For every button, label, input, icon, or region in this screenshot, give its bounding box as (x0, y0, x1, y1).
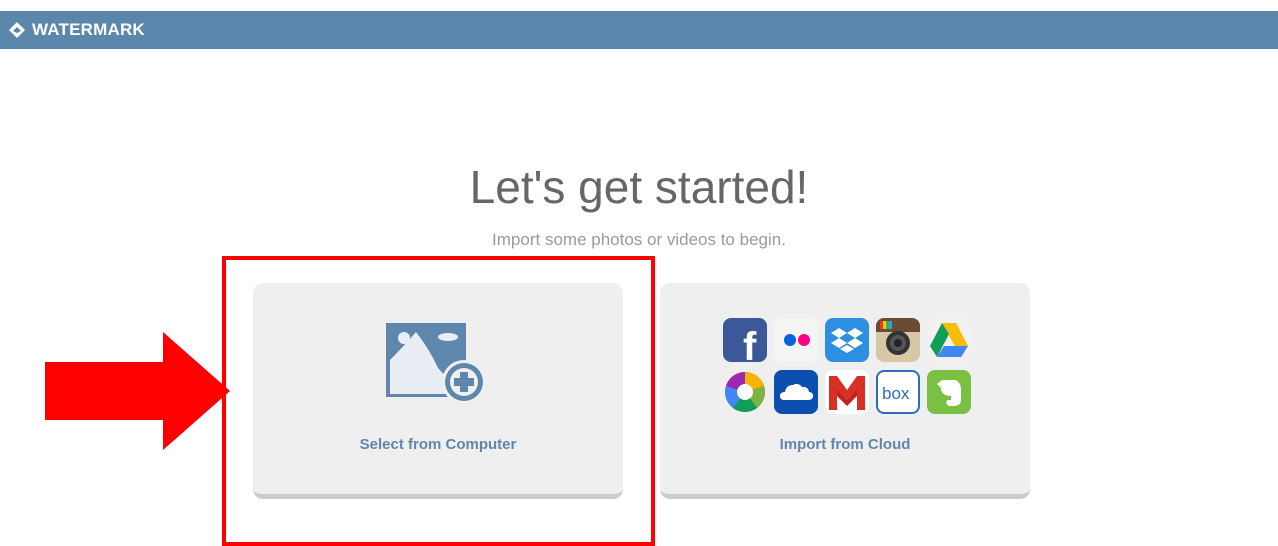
brand[interactable]: WATERMARK (8, 11, 145, 49)
facebook-icon: f (723, 318, 767, 362)
svg-text:box: box (882, 384, 910, 403)
page-subtitle: Import some photos or videos to begin. (492, 230, 786, 249)
onedrive-icon (774, 370, 818, 414)
evernote-icon (927, 370, 971, 414)
image-add-icon (386, 320, 492, 415)
page-title: Let's get started! (469, 161, 809, 213)
app-title: WATERMARK (32, 20, 145, 39)
import-from-cloud-label: Import from Cloud (779, 436, 911, 453)
select-from-computer-button[interactable]: Select from Computer (253, 283, 623, 499)
picasa-icon (723, 370, 767, 414)
watermark-logo-icon (8, 21, 26, 39)
red-arrow-icon (45, 332, 230, 455)
flickr-icon (774, 318, 818, 362)
box-icon: box (876, 370, 920, 414)
select-from-computer-label: Select from Computer (359, 436, 517, 453)
google-drive-icon (927, 318, 971, 362)
instagram-icon (876, 318, 920, 362)
svg-text:f: f (743, 325, 757, 362)
dropbox-icon (825, 318, 869, 362)
import-from-cloud-button[interactable]: f box Import from Cloud (660, 283, 1030, 499)
cloud-services-grid: f box (723, 318, 971, 414)
gmail-icon (825, 370, 869, 414)
top-bar: WATERMARK (0, 11, 1278, 49)
